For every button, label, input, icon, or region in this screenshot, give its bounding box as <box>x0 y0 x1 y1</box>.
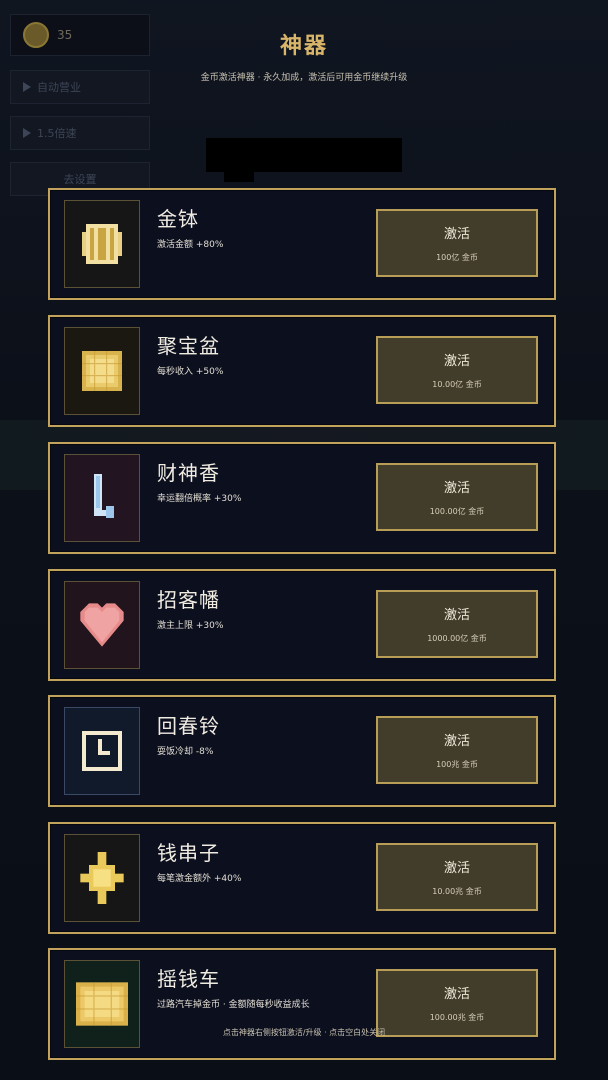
activate-label: 激活 <box>443 354 470 369</box>
artifact-name: 摇钱车 <box>157 967 220 991</box>
heart-banner-icon <box>80 603 124 647</box>
speed-button[interactable]: 1.5倍速 <box>10 116 150 150</box>
coin-string-icon <box>80 852 124 904</box>
artifact-card: 金钵 激活金额 +80% 激活 100亿 金币 <box>48 188 556 300</box>
artifact-name: 聚宝盆 <box>157 334 220 358</box>
bell-icon <box>82 731 122 771</box>
activate-label: 激活 <box>443 481 470 496</box>
artifact-card: 财神香 幸运翻倍概率 +30% 激活 100.00亿 金币 <box>48 442 556 554</box>
artifact-icon-frame <box>64 327 140 415</box>
activate-button[interactable]: 激活 1000.00亿 金币 <box>376 590 538 658</box>
artifact-icon-frame <box>64 707 140 795</box>
artifact-card: 回春铃 耍饭冷却 -8% 激活 100兆 金币 <box>48 695 556 807</box>
artifact-desc: 耍饭冷却 -8% <box>157 747 214 757</box>
money-cart-icon <box>76 982 128 1026</box>
background-sign-shadow <box>224 162 254 182</box>
artifact-desc: 每笔激金额外 +40% <box>157 874 242 884</box>
artifact-name: 财神香 <box>157 461 220 485</box>
artifact-desc: 过路汽车掉金币 · 金额随每秒收益成长 <box>157 1000 310 1010</box>
incense-icon <box>94 474 114 518</box>
activate-label: 激活 <box>443 987 470 1002</box>
artifact-card: 钱串子 每笔激金额外 +40% 激活 10.00兆 金币 <box>48 822 556 934</box>
activate-button[interactable]: 激活 100.00亿 金币 <box>376 463 538 531</box>
settings-label: 去设置 <box>63 173 97 186</box>
artifact-icon-frame <box>64 200 140 288</box>
activate-price: 100兆 金币 <box>436 760 478 769</box>
activate-label: 激活 <box>443 608 470 623</box>
footer-hint: 点击神器右侧按钮激活/升级 · 点击空白处关闭 <box>222 1028 386 1037</box>
page-title: 神器 <box>279 34 328 59</box>
artifact-icon-frame <box>64 581 140 669</box>
activate-price: 10.00兆 金币 <box>432 887 482 896</box>
artifact-desc: 幸运翻倍概率 +30% <box>157 494 242 504</box>
activate-price: 1000.00亿 金币 <box>427 634 487 643</box>
speed-label: 1.5倍速 <box>37 127 77 140</box>
activate-price: 100亿 金币 <box>436 253 478 262</box>
activate-label: 激活 <box>443 734 470 749</box>
activate-button[interactable]: 激活 10.00亿 金币 <box>376 336 538 404</box>
artifact-card: 聚宝盆 每秒收入 +50% 激活 10.00亿 金币 <box>48 315 556 427</box>
artifact-name: 招客幡 <box>157 588 220 612</box>
artifact-card: 招客幡 激主上限 +30% 激活 1000.00亿 金币 <box>48 569 556 681</box>
artifact-icon-frame <box>64 454 140 542</box>
activate-label: 激活 <box>443 227 470 242</box>
artifact-name: 金钵 <box>157 207 199 231</box>
activate-label: 激活 <box>443 861 470 876</box>
play-icon <box>23 82 31 92</box>
artifact-desc: 每秒收入 +50% <box>157 367 224 377</box>
activate-price: 10.00亿 金币 <box>432 380 482 389</box>
artifact-card: 摇钱车 过路汽车掉金币 · 金额随每秒收益成长 激活 100.00兆 金币 <box>48 948 556 1060</box>
artifact-name: 钱串子 <box>157 841 220 865</box>
activate-button[interactable]: 激活 100兆 金币 <box>376 716 538 784</box>
activate-price: 100.00兆 金币 <box>429 1013 485 1022</box>
artifact-icon-frame <box>64 834 140 922</box>
play-icon <box>23 128 31 138</box>
gold-bowl-icon <box>82 224 122 264</box>
page-subtitle: 金币激活神器 · 永久加成，激活后可用金币继续升级 <box>200 73 408 83</box>
artifact-desc: 激主上限 +30% <box>157 621 224 631</box>
artifact-name: 回春铃 <box>157 714 220 738</box>
activate-price: 100.00亿 金币 <box>429 507 485 516</box>
treasure-basin-icon <box>82 351 122 391</box>
activate-button[interactable]: 激活 100亿 金币 <box>376 209 538 277</box>
activate-button[interactable]: 激活 10.00兆 金币 <box>376 843 538 911</box>
artifact-desc: 激活金额 +80% <box>157 240 224 250</box>
